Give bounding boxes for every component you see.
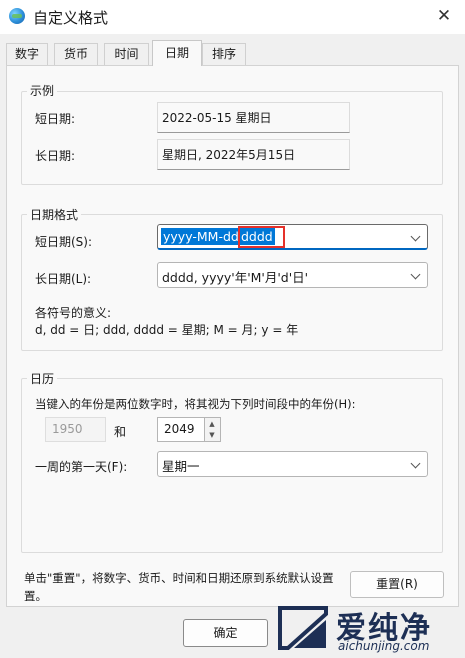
short-date-label: 短日期(S):	[35, 235, 93, 249]
tab-time[interactable]: 时间	[104, 43, 149, 65]
watermark-logo-icon	[278, 606, 328, 650]
chevron-down-icon[interactable]	[410, 458, 421, 469]
ok-button[interactable]: 确定	[183, 619, 268, 647]
sample-short-label: 短日期:	[35, 112, 76, 126]
spin-down-icon[interactable]: ▼	[205, 430, 219, 441]
globe-icon	[9, 8, 25, 24]
sample-long-value: 星期日, 2022年5月15日	[157, 139, 350, 170]
from-year-field: 1950	[45, 417, 106, 442]
close-icon[interactable]: ✕	[432, 5, 456, 29]
sample-long-label: 长日期:	[35, 149, 76, 163]
calendar-legend: 日历	[27, 370, 58, 387]
two-digit-year-text: 当键入的年份是两位数字时，将其视为下列时间段中的年份(H):	[35, 397, 356, 411]
reset-button[interactable]: 重置(R)	[350, 571, 444, 598]
title-bar: 自定义格式 ✕	[0, 0, 465, 34]
symbol-meaning-text: d, dd = 日; ddd, dddd = 星期; M = 月; y = 年	[35, 323, 299, 337]
sample-short-value: 2022-05-15 星期日	[157, 102, 350, 133]
date-format-legend: 日期格式	[27, 206, 82, 223]
long-date-label: 长日期(L):	[35, 272, 92, 286]
long-date-combo[interactable]: dddd, yyyy'年'M'月'd'日'	[157, 262, 428, 288]
tab-currency[interactable]: 货币	[54, 43, 98, 65]
short-date-selected-text: yyyy-MM-dd	[161, 228, 241, 245]
chevron-down-icon[interactable]	[410, 231, 421, 242]
short-date-combo[interactable]: yyyy-MM-dd dddd	[157, 224, 428, 250]
watermark-url: aichunjing.com	[338, 639, 430, 653]
spin-up-icon[interactable]: ▲	[205, 419, 219, 430]
symbol-meaning-title: 各符号的意义:	[35, 306, 112, 320]
tab-number[interactable]: 数字	[6, 43, 48, 65]
window-title: 自定义格式	[33, 9, 109, 27]
chevron-down-icon[interactable]	[410, 269, 421, 280]
to-year-field[interactable]: 2049	[157, 417, 205, 442]
reset-description-line1: 单击"重置"，将数字、货币、时间和日期还原到系统默认设置	[24, 571, 334, 585]
red-highlight-box	[238, 226, 285, 248]
tab-date[interactable]: 日期	[152, 40, 202, 66]
reset-description-line2: 置。	[24, 589, 47, 603]
first-day-label: 一周的第一天(F):	[35, 460, 128, 474]
first-day-value: 星期一	[162, 459, 200, 474]
sample-legend: 示例	[27, 82, 58, 99]
first-day-combo[interactable]: 星期一	[157, 451, 428, 477]
tab-sort[interactable]: 排序	[202, 43, 246, 65]
and-label: 和	[114, 425, 127, 439]
long-date-value: dddd, yyyy'年'M'月'd'日'	[162, 270, 309, 285]
year-spinner[interactable]: ▲ ▼	[205, 417, 221, 442]
